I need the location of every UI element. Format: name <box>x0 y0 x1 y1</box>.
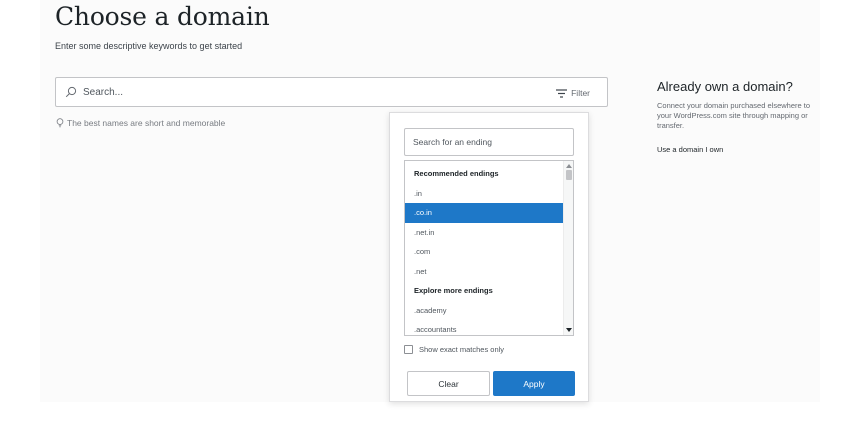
page-title: Choose a domain <box>55 2 270 31</box>
apply-button[interactable]: Apply <box>493 371 575 396</box>
use-own-domain-link[interactable]: Use a domain I own <box>657 145 723 154</box>
filter-button[interactable]: Filter <box>556 85 590 101</box>
own-domain-description: Connect your domain purchased elsewhere … <box>657 101 811 130</box>
exact-matches-option[interactable]: Show exact matches only <box>404 345 504 354</box>
lightbulb-icon <box>56 118 64 128</box>
group-header-recommended: Recommended endings <box>414 169 499 178</box>
endings-list: Recommended endings .in .co.in .net.in .… <box>405 164 565 335</box>
scroll-thumb[interactable] <box>566 170 572 180</box>
exact-matches-checkbox[interactable] <box>404 345 413 354</box>
ending-search-input[interactable] <box>404 128 574 156</box>
filter-label: Filter <box>571 88 590 98</box>
ending-option-selected[interactable]: .co.in <box>405 203 565 223</box>
ending-option[interactable]: .com <box>405 242 565 262</box>
scroll-down-arrow-icon[interactable] <box>566 328 572 332</box>
ending-option[interactable]: .academy <box>405 301 565 321</box>
page-subtitle: Enter some descriptive keywords to get s… <box>55 41 243 51</box>
ending-option[interactable]: .accountants <box>405 320 565 335</box>
search-hint: The best names are short and memorable <box>56 118 225 128</box>
scroll-up-arrow-icon[interactable] <box>566 164 572 168</box>
ending-option[interactable]: .in <box>405 184 565 204</box>
hint-text: The best names are short and memorable <box>67 118 226 128</box>
ending-option[interactable]: .net <box>405 262 565 282</box>
clear-button[interactable]: Clear <box>407 371 490 396</box>
group-header-explore: Explore more endings <box>414 286 493 295</box>
search-input[interactable] <box>83 84 503 100</box>
search-icon <box>65 86 77 98</box>
ending-option[interactable]: .net.in <box>405 223 565 243</box>
domain-search-box: Filter <box>55 77 608 107</box>
own-domain-title: Already own a domain? <box>657 79 793 94</box>
endings-listbox[interactable]: Recommended endings .in .co.in .net.in .… <box>404 160 574 336</box>
filter-popover: Recommended endings .in .co.in .net.in .… <box>389 112 589 402</box>
listbox-scrollbar[interactable] <box>563 161 573 335</box>
exact-matches-label: Show exact matches only <box>419 345 505 354</box>
filter-icon <box>556 88 568 98</box>
